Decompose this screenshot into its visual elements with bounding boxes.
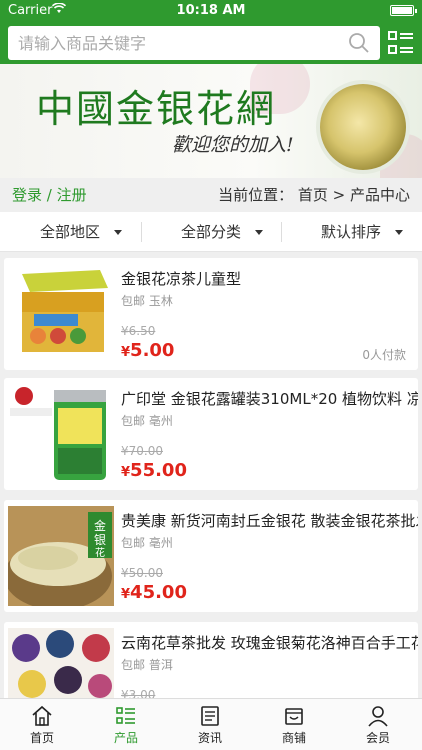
list-icon xyxy=(116,707,135,724)
product-price: ¥55.00 xyxy=(121,460,187,481)
region-filter[interactable]: 全部地区 xyxy=(40,212,123,252)
status-bar: Carrier 10:18 AM xyxy=(0,0,422,22)
product-buyers: 0人付款 xyxy=(362,348,406,362)
promo-banner[interactable]: 中國金银花網 歡迎您的加入! xyxy=(0,64,422,178)
sort-filter[interactable]: 默认排序 xyxy=(321,212,404,252)
news-icon xyxy=(201,706,219,726)
status-time: 10:18 AM xyxy=(176,3,246,18)
product-thumbnail: 金 银 花 xyxy=(8,506,114,606)
category-menu-icon[interactable] xyxy=(387,28,415,58)
product-shipping: 包邮 亳州 xyxy=(121,414,173,428)
product-original-price: ¥6.50 xyxy=(121,324,156,338)
product-thumbnail xyxy=(8,264,114,364)
shop-icon xyxy=(285,708,303,725)
battery-icon xyxy=(390,5,417,16)
top-bar: Carrier 10:18 AM xyxy=(0,0,422,64)
divider xyxy=(281,222,282,242)
tab-home-label: 首页 xyxy=(29,731,54,745)
price-value: 45.00 xyxy=(130,582,187,603)
search-icon[interactable] xyxy=(348,32,370,54)
product-shipping: 包邮 玉林 xyxy=(121,294,173,308)
tab-member-label: 会员 xyxy=(365,731,390,745)
price-symbol: ¥ xyxy=(121,465,131,480)
breadcrumb: 当前位置： 首页 > 产品中心 xyxy=(218,186,410,204)
price-symbol: ¥ xyxy=(121,587,131,602)
tab-news[interactable]: 资讯 xyxy=(168,699,252,750)
product-price: ¥5.00 xyxy=(121,340,174,361)
tab-member[interactable]: 会员 xyxy=(336,699,420,750)
product-original-price: ¥50.00 xyxy=(121,566,163,580)
price-value: 5.00 xyxy=(130,340,175,361)
product-original-price: ¥70.00 xyxy=(121,444,163,458)
caret-down-icon xyxy=(114,230,123,235)
banner-subtitle: 歡迎您的加入! xyxy=(172,134,294,156)
product-card[interactable]: 广印堂 金银花露罐装310ML*20 植物饮料 凉茶 包邮 亳州 ¥70.00 … xyxy=(4,378,418,490)
home-icon xyxy=(32,705,52,726)
search-box[interactable] xyxy=(8,26,380,60)
banner-title: 中國金银花網 xyxy=(36,87,277,131)
product-name[interactable]: 贵美康 新货河南封丘金银花 散装金银花茶批发 xyxy=(121,510,418,531)
search-input[interactable] xyxy=(8,26,328,60)
tab-news-label: 资讯 xyxy=(197,731,222,745)
sort-filter-label: 默认排序 xyxy=(321,223,382,241)
tab-products[interactable]: 产品 xyxy=(84,699,168,750)
region-filter-label: 全部地区 xyxy=(40,223,101,241)
price-value: 55.00 xyxy=(130,460,187,481)
tea-cup-image xyxy=(320,84,406,170)
product-card[interactable]: 金 银 花 贵美康 新货河南封丘金银花 散装金银花茶批发 包邮 亳州 ¥50.0… xyxy=(4,500,418,612)
login-register-link[interactable]: 登录 / 注册 xyxy=(12,184,87,205)
product-shipping: 包邮 亳州 xyxy=(121,536,173,550)
user-icon xyxy=(368,706,388,727)
category-filter[interactable]: 全部分类 xyxy=(181,212,264,252)
tab-home[interactable]: 首页 xyxy=(0,699,84,750)
breadcrumb-bar: 登录 / 注册 当前位置： 首页 > 产品中心 xyxy=(0,178,422,208)
product-name[interactable]: 广印堂 金银花露罐装310ML*20 植物饮料 凉茶 xyxy=(121,388,418,409)
product-thumbnail xyxy=(8,384,114,484)
tab-shops[interactable]: 商铺 xyxy=(252,699,336,750)
tab-shops-label: 商铺 xyxy=(281,731,306,745)
product-price: ¥45.00 xyxy=(121,582,187,603)
category-filter-label: 全部分类 xyxy=(181,223,242,241)
product-name[interactable]: 云南花草茶批发 玫瑰金银菊花洛神百合手工花 xyxy=(121,632,418,653)
product-shipping: 包邮 普洱 xyxy=(121,658,173,672)
filter-bar: 全部地区 全部分类 默认排序 xyxy=(0,212,422,252)
price-symbol: ¥ xyxy=(121,345,131,360)
divider xyxy=(141,222,142,242)
caret-down-icon xyxy=(255,230,264,235)
product-name[interactable]: 金银花凉茶儿童型 xyxy=(121,268,418,289)
svg-text:花: 花 xyxy=(95,546,105,559)
svg-text:金: 金 xyxy=(94,518,106,533)
caret-down-icon xyxy=(395,230,404,235)
svg-text:银: 银 xyxy=(94,533,106,547)
bottom-tab-bar: 首页 产品 资讯 商铺 会员 xyxy=(0,698,422,750)
product-card[interactable]: 金银花凉茶儿童型 包邮 玉林 ¥6.50 ¥5.00 0人付款 xyxy=(4,258,418,370)
tab-products-label: 产品 xyxy=(113,731,138,745)
